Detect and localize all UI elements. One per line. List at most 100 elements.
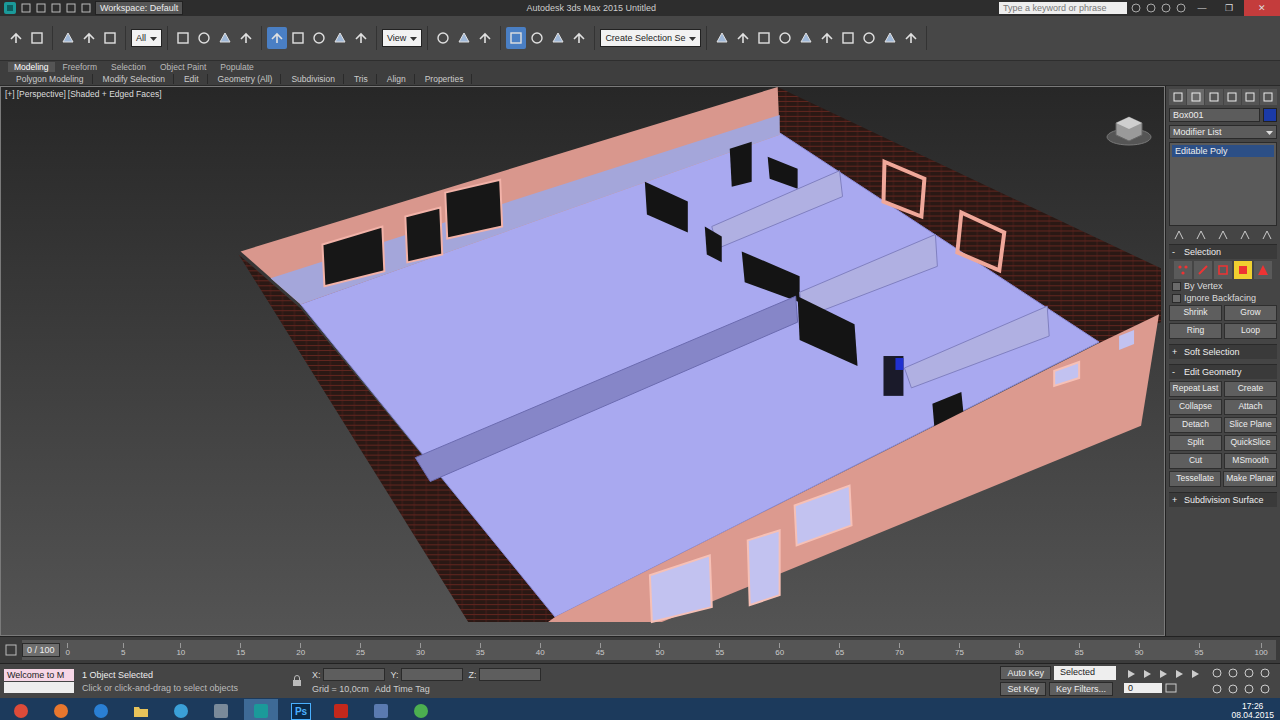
tool-button[interactable] <box>817 27 837 49</box>
window[interactable] <box>795 486 852 546</box>
tool-button[interactable] <box>351 27 371 49</box>
viewport-navigation-icon[interactable] <box>1242 666 1256 680</box>
viewport-navigation-icon[interactable] <box>1210 682 1224 696</box>
rollout-button[interactable]: Slice Plane <box>1224 417 1277 433</box>
stack-tool-icon[interactable] <box>1217 229 1229 241</box>
command-panel-tab[interactable] <box>1224 89 1241 105</box>
playback-icon[interactable] <box>1188 668 1202 680</box>
object-name-field[interactable]: Box001 <box>1169 108 1260 122</box>
playback-icon[interactable] <box>1156 668 1170 680</box>
playback-icon[interactable] <box>1140 668 1154 680</box>
subobject-button[interactable] <box>1254 261 1272 279</box>
rollout-header[interactable]: +Soft Selection <box>1169 345 1277 359</box>
viewport-navigation-icon[interactable] <box>1226 666 1240 680</box>
ribbon-panel-label[interactable]: Subdivision <box>283 74 343 84</box>
window[interactable] <box>1119 330 1134 350</box>
rollout-button[interactable]: Split <box>1169 435 1222 451</box>
door-handle[interactable] <box>895 358 903 370</box>
perspective-viewport[interactable]: [+][Perspective][Shaded + Edged Faces] <box>0 86 1165 636</box>
taskbar-app[interactable] <box>84 699 118 720</box>
tool-button[interactable] <box>267 27 287 49</box>
window[interactable] <box>1054 362 1079 386</box>
viewport-navigation-icon[interactable] <box>1226 682 1240 696</box>
tool-button[interactable] <box>433 27 453 49</box>
viewport-menu-label[interactable]: [+] <box>5 89 15 99</box>
rollout-header[interactable]: +Subdivision Surface <box>1169 493 1277 507</box>
tool-button[interactable] <box>548 27 568 49</box>
tool-button[interactable] <box>6 27 26 49</box>
coordinate-field[interactable]: Y: <box>391 668 463 681</box>
info-center-icon[interactable] <box>1130 2 1142 14</box>
info-center-icon[interactable] <box>1160 2 1172 14</box>
stack-tool-icon[interactable] <box>1261 229 1273 241</box>
current-frame-field[interactable]: 0 <box>1124 683 1162 693</box>
tool-button[interactable] <box>58 27 78 49</box>
time-track[interactable]: 0 / 100051015202530354045505560657075808… <box>22 640 1276 660</box>
coordinate-field[interactable]: X: <box>312 668 385 681</box>
mini-curve-editor-icon[interactable] <box>4 643 18 657</box>
taskbar-clock[interactable]: 17:2608.04.2015 <box>1231 702 1274 720</box>
partition[interactable] <box>730 142 752 187</box>
window[interactable] <box>445 180 502 239</box>
ribbon-panel-label[interactable]: Properties <box>417 74 473 84</box>
subobject-button[interactable] <box>1194 261 1212 279</box>
ribbon-tab[interactable]: Populate <box>214 62 260 72</box>
viewcube-icon[interactable] <box>1104 109 1154 149</box>
info-center-icon[interactable] <box>1145 2 1157 14</box>
ribbon-panel-label[interactable]: Geometry (All) <box>210 74 282 84</box>
door[interactable] <box>883 356 903 396</box>
partition[interactable] <box>712 171 843 249</box>
viewport-menu-label[interactable]: [Perspective] <box>17 89 66 99</box>
window-control-button[interactable]: ✕ <box>1244 0 1280 16</box>
taskbar-app[interactable]: Ps <box>284 699 318 720</box>
ribbon-tab[interactable]: Selection <box>105 62 152 72</box>
key-mode-dropdown[interactable]: Selected <box>1054 666 1116 680</box>
quick-access-icon[interactable] <box>20 2 32 14</box>
ribbon-panel-label[interactable]: Align <box>379 74 415 84</box>
rollout-button[interactable]: Tessellate <box>1169 471 1221 487</box>
rollout-button[interactable]: Repeat Last <box>1169 381 1222 397</box>
partition[interactable] <box>705 226 722 262</box>
partition[interactable] <box>768 157 798 189</box>
tool-button[interactable] <box>330 27 350 49</box>
modifier-list-dropdown[interactable]: Modifier List <box>1169 125 1277 139</box>
set-key-button[interactable]: Set Key <box>1000 682 1046 696</box>
rollout-button[interactable]: Grow <box>1224 305 1277 321</box>
subobject-button[interactable] <box>1234 261 1252 279</box>
workspace-dropdown[interactable]: Workspace: Default <box>95 1 183 15</box>
ribbon-panel-label[interactable]: Tris <box>346 74 377 84</box>
toolbar-dropdown[interactable]: View <box>382 29 422 47</box>
tool-button[interactable] <box>754 27 774 49</box>
ribbon-panel-label[interactable]: Modify Selection <box>95 74 174 84</box>
quick-access-icon[interactable] <box>65 2 77 14</box>
viewport-navigation-icon[interactable] <box>1258 666 1272 680</box>
partition[interactable] <box>645 182 688 233</box>
tool-button[interactable] <box>506 27 526 49</box>
option-checkbox[interactable]: Ignore Backfacing <box>1169 293 1277 303</box>
tool-button[interactable] <box>194 27 214 49</box>
window-control-button[interactable]: — <box>1190 0 1214 16</box>
rollout-button[interactable]: QuickSlice <box>1224 435 1277 451</box>
playback-icon[interactable] <box>1172 668 1186 680</box>
viewport-navigation-icon[interactable] <box>1242 682 1256 696</box>
tool-button[interactable] <box>236 27 256 49</box>
quick-access-icon[interactable] <box>50 2 62 14</box>
tool-button[interactable] <box>880 27 900 49</box>
search-field[interactable]: Type a keyword or phrase <box>999 2 1127 14</box>
tool-button[interactable] <box>309 27 329 49</box>
back-left-wall[interactable] <box>241 87 780 304</box>
quick-access-icon[interactable] <box>80 2 92 14</box>
tool-button[interactable] <box>796 27 816 49</box>
option-checkbox[interactable]: By Vertex <box>1169 281 1277 291</box>
taskbar-app[interactable] <box>164 699 198 720</box>
rollout-button[interactable]: MSmooth <box>1224 453 1277 469</box>
stack-item[interactable]: Editable Poly <box>1172 145 1274 157</box>
rollout-button[interactable]: Make Planar <box>1223 471 1277 487</box>
taskbar-app[interactable] <box>204 699 238 720</box>
tool-button[interactable] <box>733 27 753 49</box>
building-model[interactable] <box>1 87 1164 635</box>
front-wall[interactable] <box>548 314 1159 622</box>
ribbon-panel-label[interactable]: Edit <box>176 74 208 84</box>
tool-button[interactable] <box>859 27 879 49</box>
rollout-button[interactable]: Detach <box>1169 417 1222 433</box>
